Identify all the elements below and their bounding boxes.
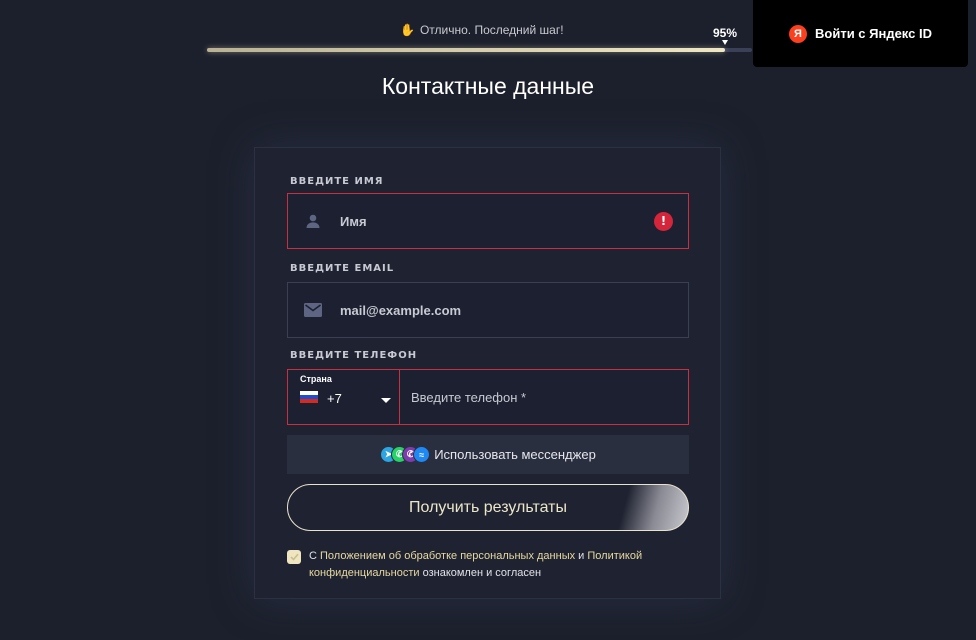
personal-data-policy-link[interactable]: Положением об обработке персональных дан… bbox=[320, 550, 575, 562]
progress-bar-container: ✋ Отлично. Последний шаг! 95% bbox=[207, 20, 752, 60]
contact-form: ВВЕДИТЕ ИМЯ Имя ! ВВЕДИТЕ EMAIL mail@exa… bbox=[254, 147, 721, 599]
name-input[interactable]: Имя ! bbox=[287, 193, 689, 249]
email-input-placeholder: mail@example.com bbox=[340, 302, 462, 318]
consent-checkbox[interactable] bbox=[287, 550, 301, 564]
country-select[interactable]: Страна +7 bbox=[288, 370, 400, 424]
yandex-logo-icon: Я bbox=[789, 24, 807, 43]
phone-input-placeholder: Введите телефон * bbox=[411, 389, 527, 405]
submit-button[interactable]: Получить результаты bbox=[287, 484, 689, 531]
russia-flag-icon bbox=[300, 391, 318, 403]
progress-fill bbox=[207, 48, 725, 52]
use-messenger-button[interactable]: ➤ ✆ ✆ ≈ Использовать мессенджер bbox=[287, 435, 689, 474]
phone-input-group: Страна +7 Введите телефон * bbox=[287, 369, 689, 425]
clapping-hands-icon: ✋ bbox=[400, 23, 415, 37]
page-title: Контактные данные bbox=[381, 73, 595, 99]
yandex-login-button[interactable]: Я Войти с Яндекс ID bbox=[753, 0, 968, 67]
progress-label: ✋ Отлично. Последний шаг! bbox=[400, 23, 564, 37]
user-icon bbox=[288, 213, 338, 229]
use-messenger-label: Использовать мессенджер bbox=[434, 447, 596, 462]
exclamation-icon: ! bbox=[654, 211, 673, 231]
phone-field-label: ВВЕДИТЕ ТЕЛЕФОН bbox=[290, 350, 418, 361]
dial-code: +7 bbox=[327, 391, 342, 406]
name-field-label: ВВЕДИТЕ ИМЯ bbox=[290, 176, 384, 187]
consent-suffix: ознакомлен и согласен bbox=[419, 567, 542, 579]
progress-marker bbox=[722, 40, 728, 45]
consent-prefix: С bbox=[309, 550, 320, 562]
consent-text: С Положением об обработке персональных д… bbox=[309, 548, 687, 582]
consent-block: С Положением об обработке персональных д… bbox=[287, 548, 687, 582]
phone-input[interactable]: Введите телефон * bbox=[400, 370, 688, 424]
country-caption: Страна bbox=[300, 374, 332, 384]
checkmark-icon bbox=[289, 553, 299, 561]
progress-track bbox=[207, 48, 752, 52]
progress-label-text: Отлично. Последний шаг! bbox=[419, 23, 564, 37]
name-input-placeholder: Имя bbox=[340, 213, 367, 229]
email-field-label: ВВЕДИТЕ EMAIL bbox=[290, 263, 395, 274]
messenger-icons: ➤ ✆ ✆ ≈ bbox=[380, 446, 431, 463]
yandex-login-label: Войти с Яндекс ID bbox=[815, 26, 932, 41]
consent-middle: и bbox=[575, 550, 588, 562]
messenger-chat-icon: ≈ bbox=[413, 446, 431, 463]
progress-percent: 95% bbox=[712, 26, 738, 40]
email-input[interactable]: mail@example.com bbox=[287, 282, 689, 338]
envelope-icon bbox=[288, 303, 338, 317]
chevron-down-icon bbox=[381, 398, 391, 403]
